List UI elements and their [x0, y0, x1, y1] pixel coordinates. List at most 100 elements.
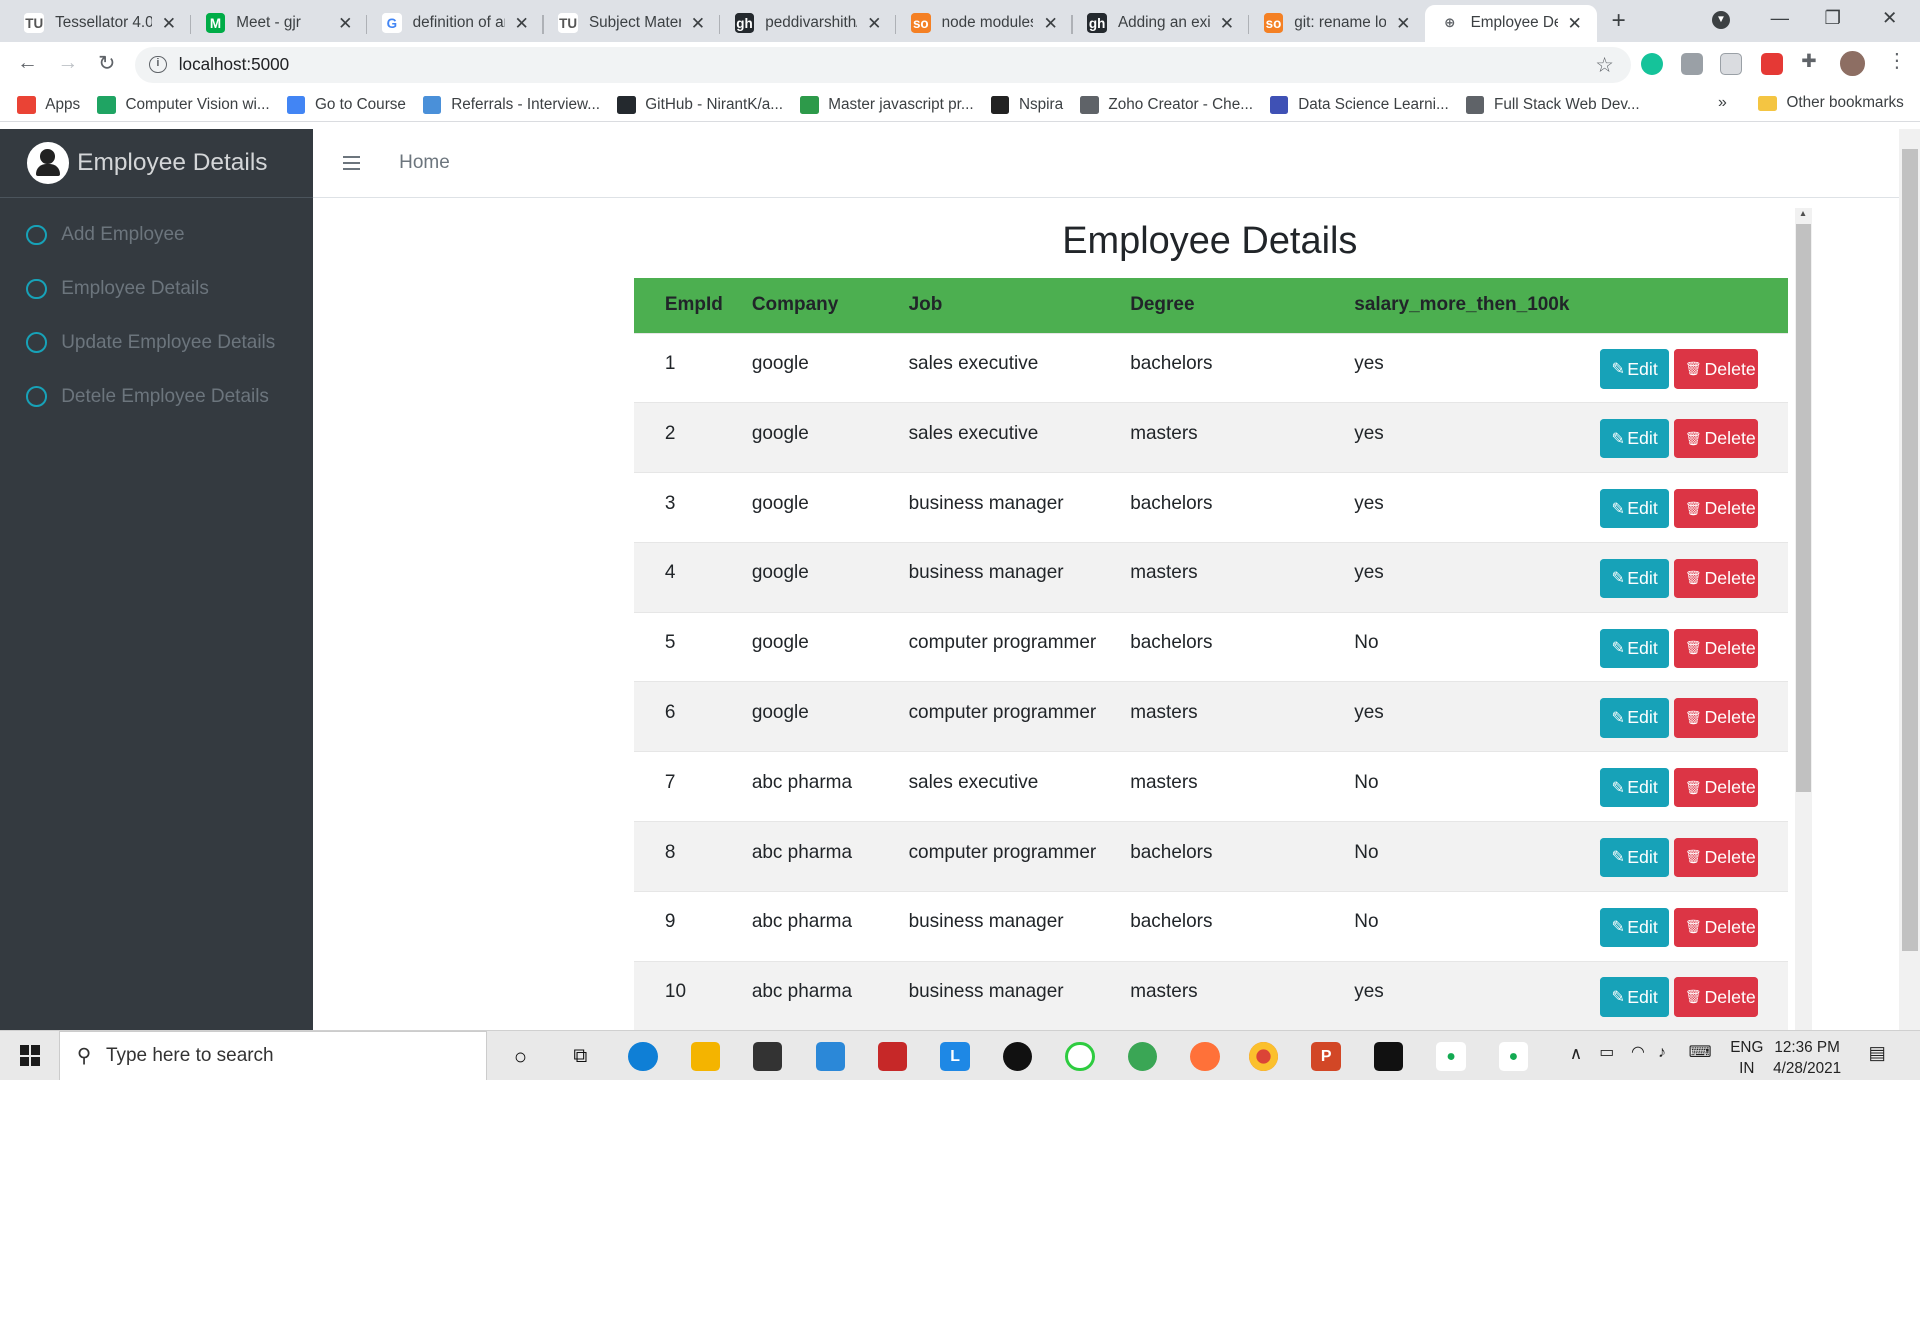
back-icon[interactable]: ←	[17, 51, 38, 75]
address-bar[interactable]: i localhost:5000 ☆	[134, 46, 1632, 84]
edit-button[interactable]: ✎ Edit	[1600, 698, 1669, 738]
file-explorer-icon[interactable]	[690, 1041, 720, 1072]
tab-close-icon[interactable]: ✕	[1393, 13, 1413, 34]
store-icon[interactable]	[753, 1041, 783, 1072]
extension-badge-icon[interactable]	[1760, 52, 1783, 75]
edit-button[interactable]: ✎ Edit	[1600, 419, 1669, 459]
other-bookmarks-folder[interactable]: Other bookmarks	[1758, 94, 1904, 112]
bookmark-item[interactable]: Data Science Learni...	[1270, 95, 1449, 114]
tray-chevron-icon[interactable]: ∧	[1570, 1043, 1583, 1064]
tab-search-icon[interactable]: ▼	[1711, 11, 1731, 30]
firefox-icon[interactable]	[1190, 1041, 1220, 1072]
task-view-icon[interactable]: ⧉	[566, 1042, 595, 1071]
mongodb-compass-icon[interactable]: ●	[1498, 1041, 1529, 1072]
tab-close-icon[interactable]: ✕	[1217, 13, 1237, 34]
wifi-icon[interactable]: ◠	[1631, 1043, 1645, 1064]
tab-close-icon[interactable]: ✕	[1565, 13, 1585, 34]
hamburger-menu-icon[interactable]	[342, 152, 360, 174]
browser-tab[interactable]: TU Tessellator 4.0 ✕	[10, 5, 191, 42]
bookmark-item[interactable]: Master javascript pr...	[800, 95, 974, 114]
profile-avatar[interactable]	[1840, 51, 1865, 76]
browser-tab[interactable]: M Meet - gjr ✕	[191, 5, 368, 42]
delete-button[interactable]: 🗑 Delete	[1673, 628, 1759, 668]
tab-close-icon[interactable]: ✕	[865, 13, 885, 34]
clock[interactable]: 12:36 PM 4/28/2021	[1773, 1038, 1841, 1080]
bookmark-item[interactable]: Referrals - Interview...	[423, 95, 600, 114]
edit-button[interactable]: ✎ Edit	[1600, 488, 1669, 529]
edge-icon[interactable]	[628, 1041, 658, 1072]
browser-menu-icon[interactable]: ⋮	[1887, 49, 1909, 72]
delete-button[interactable]: 🗑 Delete	[1673, 768, 1759, 808]
edit-button[interactable]: ✎ Edit	[1600, 628, 1669, 668]
edit-button[interactable]: ✎ Edit	[1600, 977, 1669, 1017]
sidebar-item-delete-employee[interactable]: Detele Employee Details	[0, 370, 313, 424]
reload-icon[interactable]: ↻	[98, 51, 115, 76]
chrome-icon[interactable]	[1248, 1041, 1279, 1072]
edit-button[interactable]: ✎ Edit	[1600, 837, 1669, 878]
close-window-icon[interactable]: ✕	[1882, 7, 1897, 29]
edit-button[interactable]: ✎ Edit	[1600, 768, 1669, 808]
ring-app-icon[interactable]	[1065, 1041, 1095, 1072]
cortana-icon[interactable]: ○	[506, 1042, 535, 1071]
xbox-icon[interactable]	[1002, 1041, 1033, 1072]
site-info-icon[interactable]: i	[149, 56, 167, 74]
delete-button[interactable]: 🗑 Delete	[1673, 977, 1759, 1017]
bookmarks-overflow-icon[interactable]: »	[1718, 94, 1727, 112]
page-scrollbar[interactable]	[1899, 128, 1920, 1030]
delete-button[interactable]: 🗑 Delete	[1673, 698, 1759, 738]
volume-icon[interactable]: ♪	[1658, 1043, 1666, 1064]
mongodb-icon[interactable]: ●	[1436, 1041, 1466, 1072]
delete-button[interactable]: 🗑 Delete	[1673, 349, 1759, 389]
delete-button[interactable]: 🗑 Delete	[1673, 419, 1759, 459]
delete-button[interactable]: 🗑 Delete	[1673, 558, 1759, 598]
battery-icon[interactable]: ▭	[1599, 1043, 1614, 1064]
delete-button[interactable]: 🗑 Delete	[1673, 837, 1759, 878]
mcafee-icon[interactable]	[877, 1041, 908, 1072]
new-tab-button[interactable]: +	[1611, 7, 1625, 35]
scroll-up-icon[interactable]: ▲	[1799, 208, 1807, 218]
delete-button[interactable]: 🗑 Delete	[1673, 907, 1759, 947]
mail-icon[interactable]	[815, 1041, 845, 1072]
sidebar-item-employee-details[interactable]: Employee Details	[0, 262, 313, 316]
page-scrollbar-thumb[interactable]	[1901, 149, 1918, 952]
powerpoint-icon[interactable]: P	[1311, 1041, 1341, 1072]
minimize-icon[interactable]: —	[1771, 7, 1789, 29]
windows-start-icon[interactable]	[19, 1045, 41, 1067]
bookmark-item[interactable]: Computer Vision wi...	[97, 95, 270, 114]
edit-button[interactable]: ✎ Edit	[1600, 349, 1669, 389]
edit-button[interactable]: ✎ Edit	[1600, 907, 1669, 947]
bookmark-item[interactable]: GitHub - NirantK/a...	[617, 95, 783, 114]
restore-icon[interactable]: ❐	[1825, 7, 1841, 29]
browser-tab[interactable]: ⊕ Employee Det ✕	[1425, 4, 1597, 42]
sidebar-item-add-employee[interactable]: Add Employee	[0, 208, 313, 262]
language-indicator[interactable]: ENG IN	[1730, 1038, 1763, 1080]
delete-button[interactable]: 🗑 Delete	[1673, 488, 1759, 529]
taskbar-search-box[interactable]: ⚲ Type here to search	[58, 1030, 488, 1080]
grammarly-extension-icon[interactable]	[1640, 52, 1663, 75]
tab-close-icon[interactable]: ✕	[1041, 13, 1061, 34]
bookmark-item[interactable]: Zoho Creator - Che...	[1080, 95, 1253, 114]
notifications-icon[interactable]: ▤	[1869, 1042, 1886, 1064]
extension-icon[interactable]	[1681, 52, 1704, 75]
home-link[interactable]: Home	[399, 152, 450, 174]
bookmark-item[interactable]: Apps	[17, 95, 80, 114]
bookmark-star-icon[interactable]: ☆	[1595, 53, 1614, 78]
keyboard-icon[interactable]: ⌨	[1689, 1043, 1712, 1064]
brand-link[interactable]: Employee Details	[0, 129, 314, 199]
sidebar-item-update-employee[interactable]: Update Employee Details	[0, 316, 313, 370]
browser-tab[interactable]: so git: rename loc ✕	[1249, 5, 1425, 42]
edit-button[interactable]: ✎ Edit	[1600, 558, 1669, 598]
l-app-icon[interactable]: L	[940, 1041, 970, 1072]
browser-tab[interactable]: Gdefinition of ar ✕	[367, 5, 544, 42]
browser-tab[interactable]: so node modules ✕	[896, 5, 1073, 42]
bookmark-item[interactable]: Full Stack Web Dev...	[1465, 95, 1640, 114]
tab-close-icon[interactable]: ✕	[512, 13, 532, 34]
forward-icon[interactable]: →	[58, 51, 79, 75]
copy-extension-icon[interactable]	[1720, 52, 1743, 75]
browser-tab[interactable]: gh Adding an exis ✕	[1073, 5, 1249, 42]
terminal-icon[interactable]	[1373, 1041, 1404, 1072]
table-scrollbar[interactable]: ▲	[1795, 208, 1813, 1030]
tab-close-icon[interactable]: ✕	[159, 13, 179, 34]
browser-tab[interactable]: TU Subject Materi ✕	[544, 5, 720, 42]
browser-tab[interactable]: gh peddivarshith/ ✕	[720, 5, 897, 42]
